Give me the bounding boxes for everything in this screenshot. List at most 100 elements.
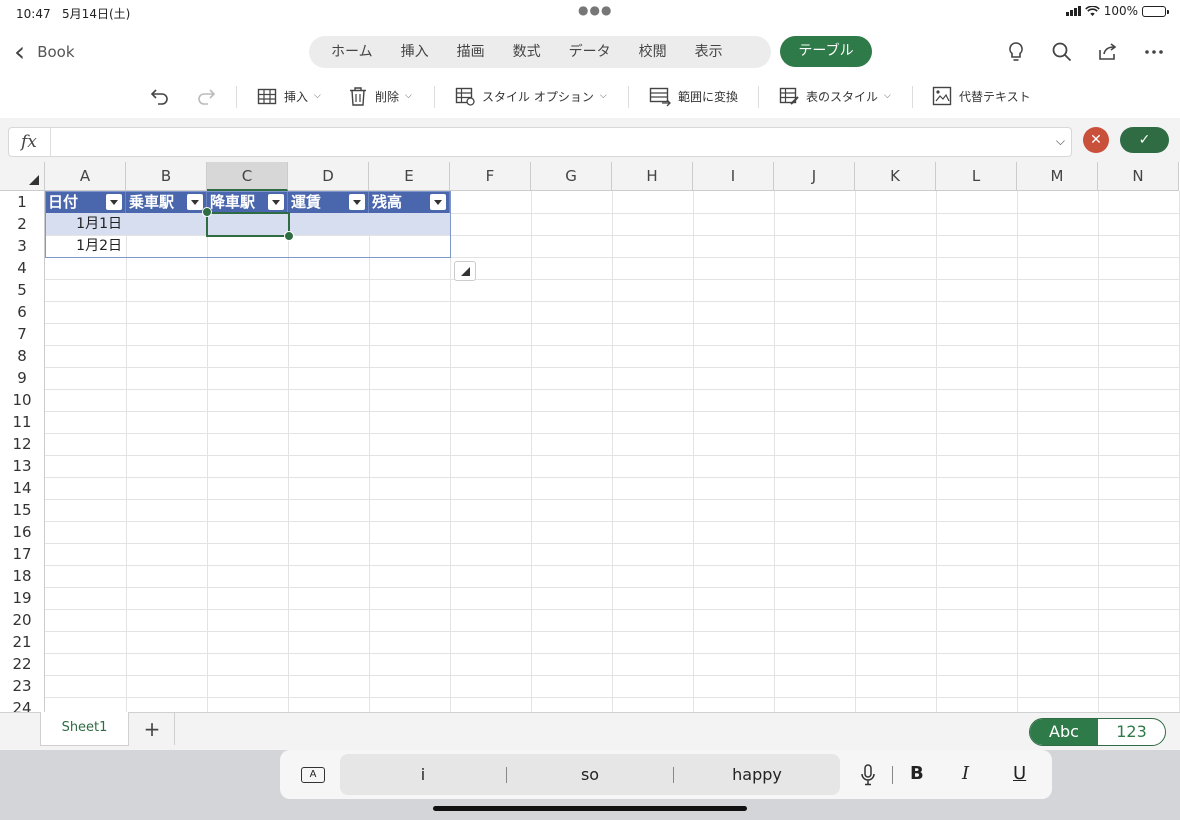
column-header-l[interactable]: L — [936, 162, 1017, 191]
suggestion-2[interactable]: so — [507, 765, 673, 784]
grid-line-horizontal — [45, 389, 1180, 390]
row-header-14[interactable]: 14 — [0, 477, 45, 499]
table-styles-button[interactable]: 表のスタイル ⌵ — [778, 80, 891, 112]
column-header-h[interactable]: H — [612, 162, 693, 191]
row-header-10[interactable]: 10 — [0, 389, 45, 411]
row-header-13[interactable]: 13 — [0, 455, 45, 477]
column-header-g[interactable]: G — [531, 162, 612, 191]
column-header-b[interactable]: B — [126, 162, 207, 191]
redo-button[interactable] — [194, 80, 218, 112]
grid-line-horizontal — [45, 323, 1180, 324]
column-header-j[interactable]: J — [774, 162, 855, 191]
grid-line-horizontal — [45, 565, 1180, 566]
tab-table[interactable]: テーブル — [780, 36, 872, 67]
tab-draw[interactable]: 描画 — [443, 36, 499, 68]
row-header-20[interactable]: 20 — [0, 609, 45, 631]
column-header-a[interactable]: A — [45, 162, 126, 191]
add-sheet-button[interactable]: + — [130, 713, 175, 745]
confirm-edit-button[interactable]: ✓ — [1120, 127, 1169, 153]
selection-handle-start[interactable] — [202, 207, 212, 217]
row-header-17[interactable]: 17 — [0, 543, 45, 565]
selected-cell-c2[interactable] — [206, 212, 290, 237]
column-header-i[interactable]: I — [693, 162, 774, 191]
row-header-4[interactable]: 4 — [0, 257, 45, 279]
row-header-7[interactable]: 7 — [0, 323, 45, 345]
row-header-24[interactable]: 24 — [0, 697, 45, 712]
column-header-k[interactable]: K — [855, 162, 936, 191]
grid-line-horizontal — [45, 609, 1180, 610]
row-header-9[interactable]: 9 — [0, 367, 45, 389]
row-header-8[interactable]: 8 — [0, 345, 45, 367]
undo-button[interactable] — [148, 80, 172, 112]
selection-handle-end[interactable] — [284, 231, 294, 241]
grid-line-vertical — [531, 191, 532, 712]
row-header-3[interactable]: 3 — [0, 235, 45, 257]
convert-to-range-button[interactable]: 範囲に変換 — [648, 80, 738, 112]
row-header-22[interactable]: 22 — [0, 653, 45, 675]
grid-line-horizontal — [45, 367, 1180, 368]
keyboard-format-icon[interactable]: A — [301, 767, 325, 783]
column-header-f[interactable]: F — [450, 162, 531, 191]
lightbulb-icon[interactable] — [1004, 40, 1028, 64]
row-header-18[interactable]: 18 — [0, 565, 45, 587]
chevron-down-icon: ⌵ — [405, 91, 412, 101]
row-header-11[interactable]: 11 — [0, 411, 45, 433]
grid-line-horizontal — [45, 301, 1180, 302]
underline-button[interactable]: U — [1013, 763, 1026, 784]
row-header-5[interactable]: 5 — [0, 279, 45, 301]
ribbon-toolbar: 挿入 ⌵ 削除 ⌵ スタイル オプション ⌵ 範囲に変換 表のスタイル ⌵ 代替… — [0, 80, 1180, 112]
column-header-d[interactable]: D — [288, 162, 369, 191]
italic-button[interactable]: I — [962, 763, 969, 784]
style-options-button[interactable]: スタイル オプション ⌵ — [454, 80, 607, 112]
chevron-down-icon[interactable]: ⌵ — [1056, 134, 1065, 149]
mode-123-button[interactable]: 123 — [1098, 719, 1165, 745]
row-header-1[interactable]: 1 — [0, 191, 45, 213]
home-indicator[interactable] — [433, 806, 747, 811]
tab-data[interactable]: データ — [555, 36, 625, 68]
tab-formulas[interactable]: 数式 — [499, 36, 555, 68]
mode-abc-button[interactable]: Abc — [1030, 719, 1098, 745]
share-icon[interactable] — [1096, 40, 1120, 64]
column-header-c[interactable]: C — [207, 162, 288, 191]
row-header-15[interactable]: 15 — [0, 499, 45, 521]
cancel-edit-button[interactable]: ✕ — [1083, 127, 1109, 153]
multitasking-dots-icon[interactable]: ●●● — [578, 3, 612, 17]
grid-line-vertical — [693, 191, 694, 712]
ribbon-divider — [758, 86, 759, 108]
alt-text-button[interactable]: 代替テキスト — [931, 80, 1031, 112]
sheet-tab-sheet1[interactable]: Sheet1 — [40, 712, 129, 746]
grid-line-vertical — [1017, 191, 1018, 712]
grid-line-vertical — [1098, 191, 1099, 712]
tab-insert[interactable]: 挿入 — [387, 36, 443, 68]
grid-line-vertical — [207, 191, 208, 712]
tab-view[interactable]: 表示 — [681, 36, 737, 68]
table-resize-handle[interactable] — [454, 261, 476, 281]
back-button[interactable]: ‹ Book — [14, 38, 75, 66]
delete-menu-button[interactable]: 削除 ⌵ — [347, 80, 412, 112]
row-header-21[interactable]: 21 — [0, 631, 45, 653]
column-header-e[interactable]: E — [369, 162, 450, 191]
search-icon[interactable] — [1050, 40, 1074, 64]
tab-review[interactable]: 校閲 — [625, 36, 681, 68]
column-header-n[interactable]: N — [1098, 162, 1179, 191]
row-header-23[interactable]: 23 — [0, 675, 45, 697]
tab-home[interactable]: ホーム — [317, 36, 387, 68]
row-header-6[interactable]: 6 — [0, 301, 45, 323]
redo-icon — [198, 89, 216, 105]
column-header-m[interactable]: M — [1017, 162, 1098, 191]
row-header-19[interactable]: 19 — [0, 587, 45, 609]
formula-input[interactable]: fx ⌵ — [8, 127, 1072, 157]
suggestion-1[interactable]: i — [340, 765, 506, 784]
grid-line-horizontal — [45, 697, 1180, 698]
microphone-icon[interactable] — [860, 764, 876, 790]
bold-button[interactable]: B — [910, 763, 924, 784]
row-header-2[interactable]: 2 — [0, 213, 45, 235]
spreadsheet-grid[interactable]: ABCDEFGHIJKLMN 1 2 3 4 5 6 7 8 9 10 11 12 13 14 15 16 17… — [0, 162, 1180, 712]
more-options-icon[interactable] — [1142, 40, 1166, 64]
insert-menu-button[interactable]: 挿入 ⌵ — [256, 80, 321, 112]
row-header-12[interactable]: 12 — [0, 433, 45, 455]
row-header-16[interactable]: 16 — [0, 521, 45, 543]
suggestion-3[interactable]: happy — [674, 765, 840, 784]
select-all-button[interactable] — [0, 162, 45, 191]
input-mode-toggle: Abc 123 — [1029, 718, 1166, 746]
